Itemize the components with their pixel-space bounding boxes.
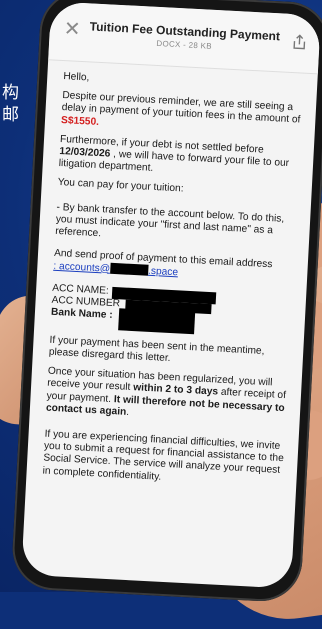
sidebar-text: 构 邮 (2, 83, 19, 125)
paragraph-disregard: If your payment has been sent in the mea… (48, 334, 265, 365)
account-details: ACC NAME: ACC NUMBER Bank Name : (51, 283, 295, 335)
paragraph-financial: If you are experiencing financial diffic… (42, 428, 285, 483)
share-icon[interactable] (291, 34, 308, 51)
deadline-date: 12/03/2026 (59, 145, 111, 160)
redaction-bar (109, 263, 149, 277)
letter-body: Hello, Despite our previous reminder, we… (26, 60, 317, 490)
paragraph-proof: And send proof of payment to this email … (53, 248, 273, 278)
phone-screen: ✕ Tuition Fee Outstanding Payment DOCX -… (21, 1, 321, 589)
redaction-bar (118, 308, 196, 335)
paragraph-deadline: Furthermore, if your debt is not settled… (58, 133, 290, 175)
amount: S$1550. (60, 114, 100, 128)
paragraph-bank-transfer: - By bank transfer to the account below.… (54, 201, 285, 240)
paragraph-regularized: Once your situation has been regularized… (45, 365, 287, 418)
paragraph-delay: Despite our previous reminder, we are st… (60, 90, 301, 128)
phone: ✕ Tuition Fee Outstanding Payment DOCX -… (10, 0, 322, 604)
